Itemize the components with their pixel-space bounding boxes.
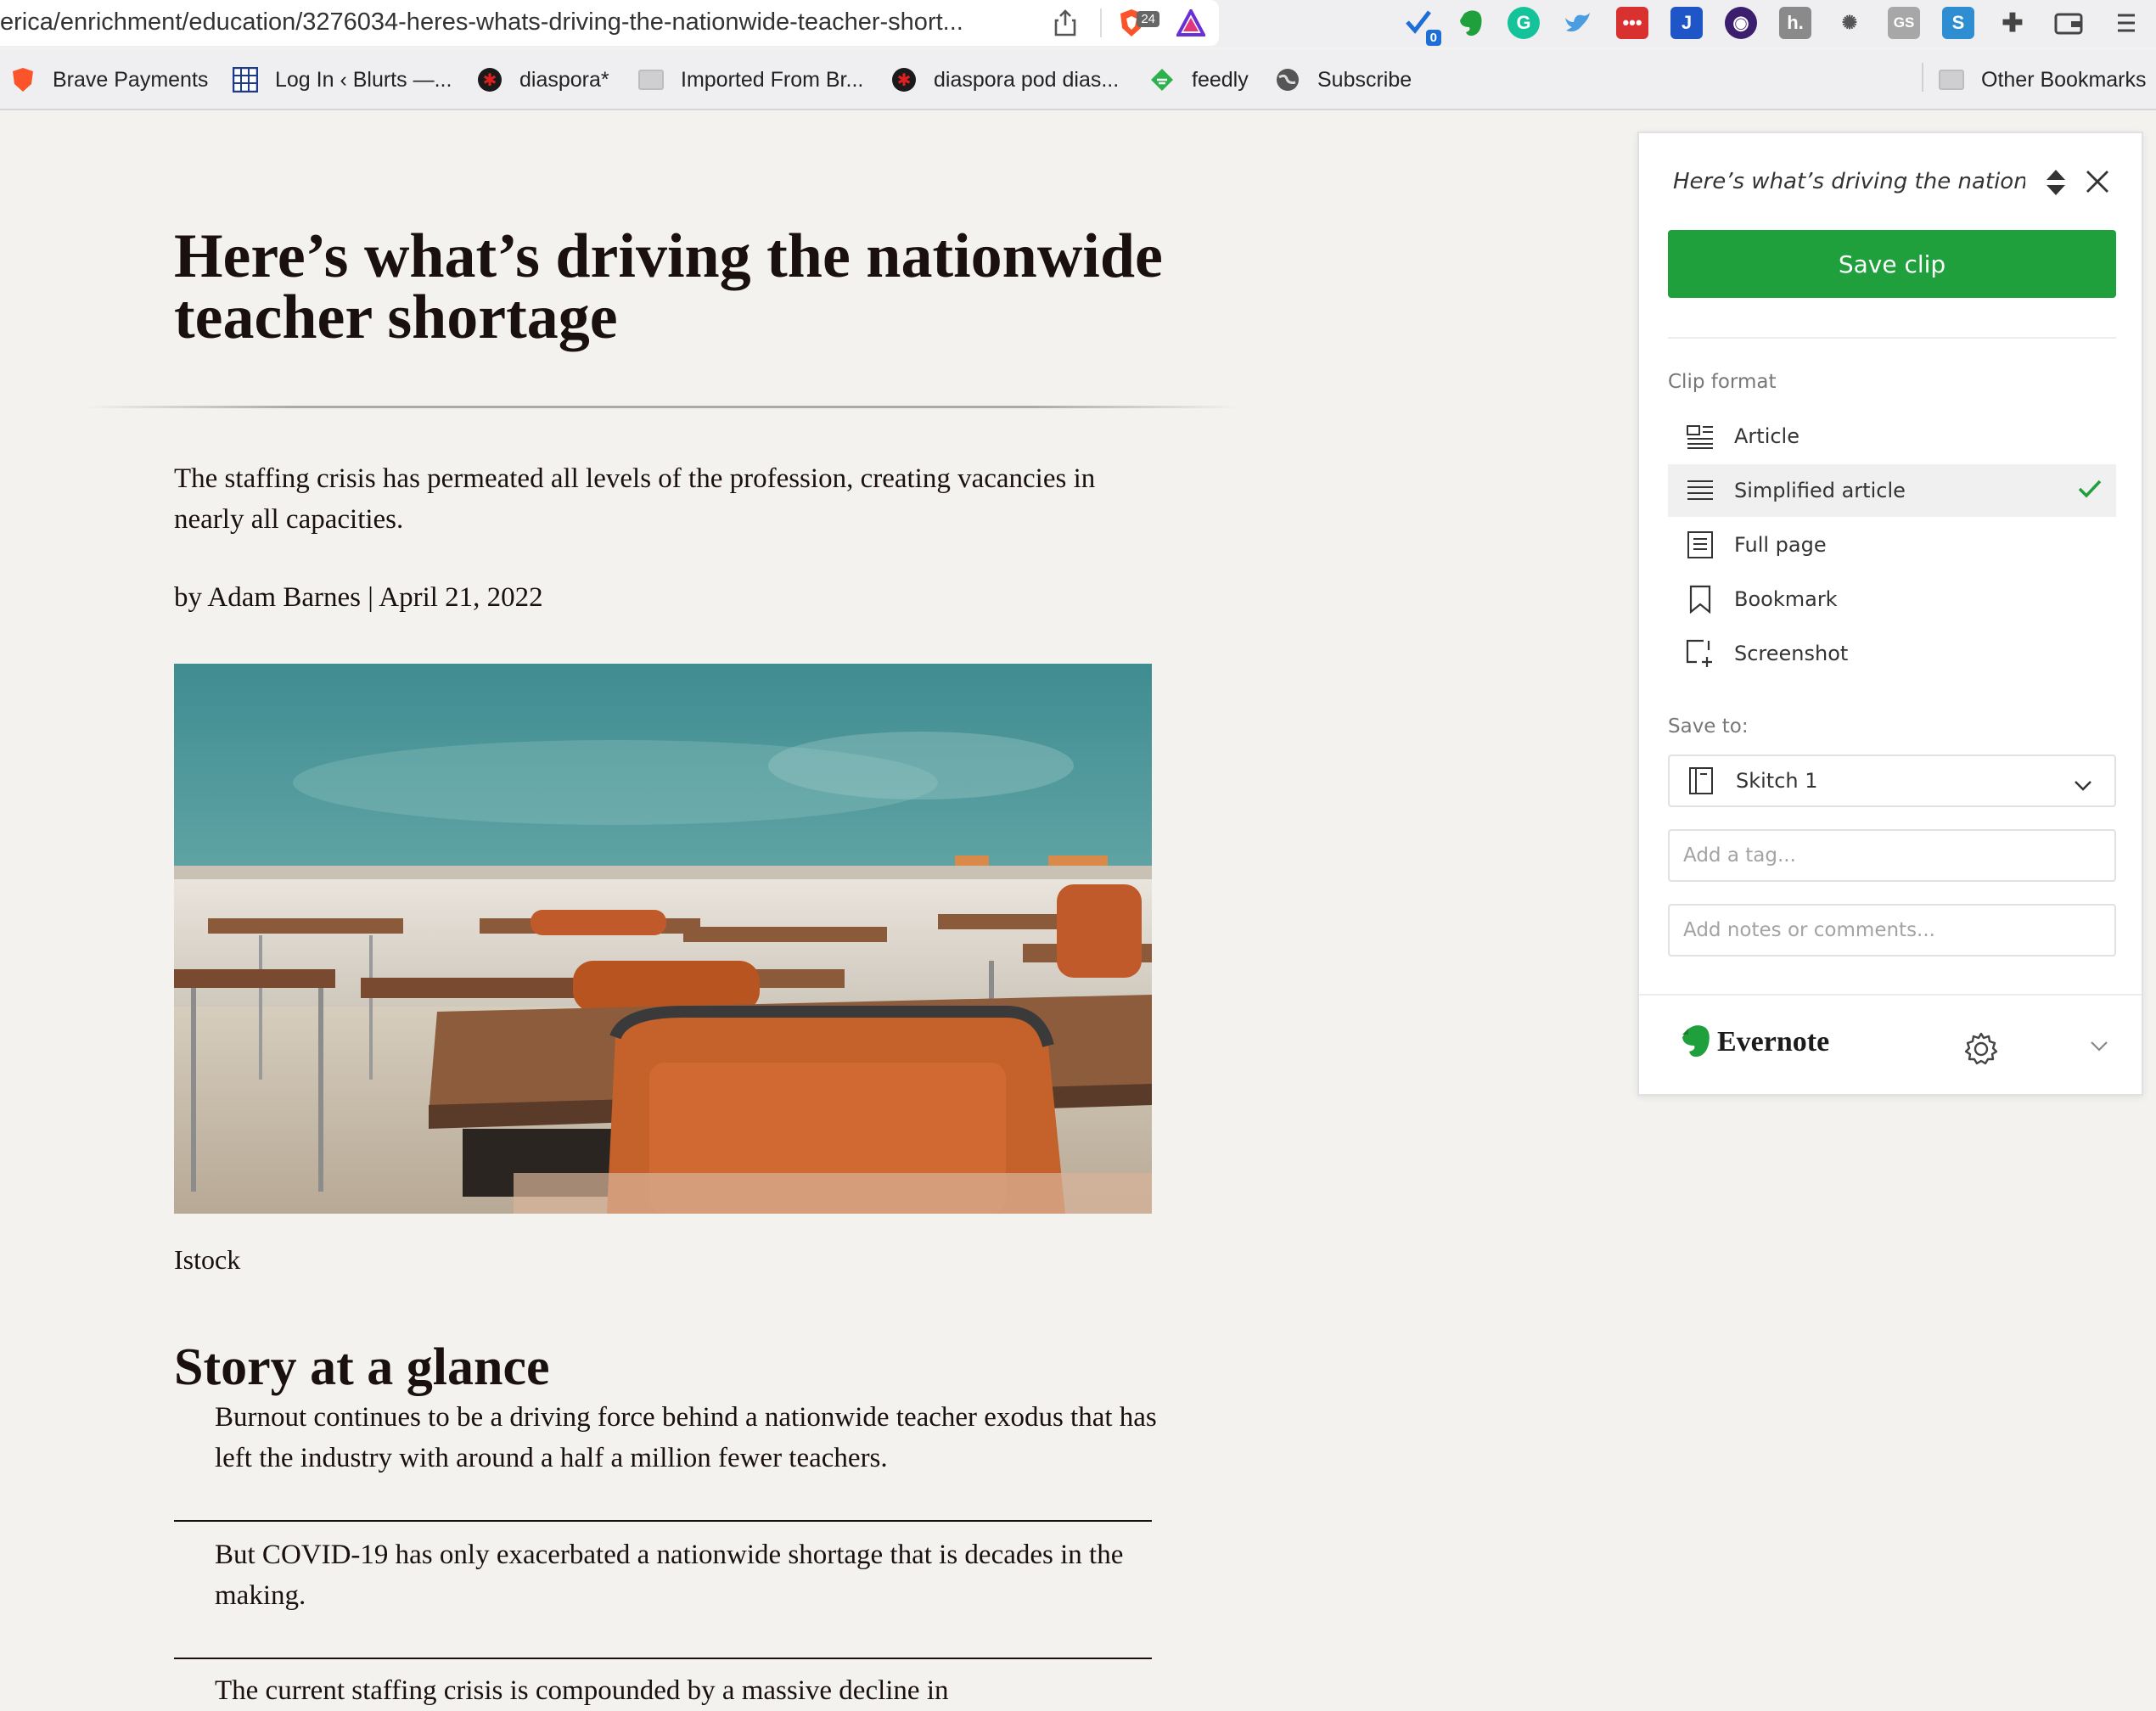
glance-item: Burnout continues to be a driving force … bbox=[215, 1402, 1157, 1473]
grammarly-extension-icon[interactable]: G bbox=[1508, 7, 1540, 39]
format-option-simplified-article[interactable]: Simplified article bbox=[1668, 464, 2116, 517]
menu-icon[interactable] bbox=[2110, 7, 2142, 39]
s-extension-icon[interactable]: S bbox=[1942, 7, 1974, 39]
evernote-web-clipper-panel: Here’s what’s driving the nationwide tea… bbox=[1637, 132, 2143, 1096]
story-at-a-glance-heading: Story at a glance bbox=[174, 1338, 550, 1396]
glance-item: But COVID-19 has only exacerbated a nati… bbox=[215, 1540, 1124, 1611]
globe-icon bbox=[1275, 67, 1300, 93]
article-icon bbox=[1685, 421, 1715, 452]
h-extension-icon[interactable]: h. bbox=[1779, 7, 1811, 39]
evernote-brand-text: Evernote bbox=[1717, 1026, 1830, 1057]
glance-item: The current staffing crisis is compounde… bbox=[215, 1675, 949, 1706]
diaspora-icon: ✱ bbox=[891, 67, 917, 93]
format-label: Bookmark bbox=[1734, 587, 1838, 611]
wallet-icon[interactable] bbox=[2052, 7, 2085, 39]
todo-count-badge: 0 bbox=[1425, 30, 1441, 46]
clip-format-label: Clip format bbox=[1668, 371, 1777, 393]
glance-divider bbox=[174, 1658, 1152, 1659]
svg-text:✱: ✱ bbox=[897, 70, 912, 90]
add-notes-input[interactable] bbox=[1668, 904, 2116, 956]
article-byline: by Adam Barnes | April 21, 2022 bbox=[174, 582, 543, 613]
bookmark-brave-payments[interactable]: Brave Payments bbox=[10, 63, 208, 97]
save-clip-button[interactable]: Save clip bbox=[1668, 230, 2116, 298]
format-label: Full page bbox=[1734, 533, 1827, 557]
bookmark-label: Subscribe bbox=[1317, 67, 1412, 92]
simplified-article-icon bbox=[1685, 475, 1715, 506]
evernote-elephant-icon bbox=[1680, 1023, 1712, 1062]
format-option-article[interactable]: Article bbox=[1668, 410, 2116, 463]
lastpass-extension-icon[interactable]: GS bbox=[1888, 7, 1920, 39]
browser-toolbar: erica/enrichment/education/3276034-heres… bbox=[0, 0, 2156, 48]
share-icon[interactable] bbox=[1049, 7, 1081, 39]
evernote-logo: Evernote bbox=[1680, 1023, 1829, 1062]
grid-icon bbox=[233, 67, 258, 93]
address-bar[interactable]: erica/enrichment/education/3276034-heres… bbox=[0, 0, 1219, 46]
diaspora-icon: ✱ bbox=[477, 67, 503, 93]
article-page: Here’s what’s driving the nationwide tea… bbox=[0, 110, 1638, 1708]
folder-icon bbox=[1939, 67, 1964, 93]
bird-extension-icon[interactable] bbox=[1562, 7, 1594, 39]
format-label: Simplified article bbox=[1734, 479, 1906, 502]
format-label: Screenshot bbox=[1734, 642, 1849, 665]
article-headline: Here’s what’s driving the nationwide tea… bbox=[174, 222, 1163, 352]
sort-arrows-icon[interactable] bbox=[2043, 167, 2069, 198]
evernote-extension-icon[interactable] bbox=[1455, 7, 1487, 39]
folder-icon bbox=[638, 67, 664, 93]
bookmark-label: diaspora* bbox=[519, 67, 609, 92]
notebook-select[interactable]: Skitch 1 bbox=[1668, 755, 2116, 807]
format-option-screenshot[interactable]: Screenshot bbox=[1668, 627, 2116, 680]
feedly-icon bbox=[1149, 67, 1175, 93]
gear-icon[interactable] bbox=[1963, 1031, 1999, 1067]
headline-divider bbox=[85, 406, 1239, 408]
panel-divider bbox=[1668, 337, 2116, 339]
checkmark-icon bbox=[2077, 478, 2103, 505]
bookmark-feedly[interactable]: feedly bbox=[1149, 63, 1249, 97]
chevron-down-icon bbox=[2074, 773, 2092, 797]
bookmark-icon bbox=[1685, 584, 1715, 614]
close-icon[interactable] bbox=[2085, 169, 2110, 194]
chevron-down-icon[interactable] bbox=[2089, 1040, 2109, 1057]
url-text[interactable]: erica/enrichment/education/3276034-heres… bbox=[0, 8, 1027, 36]
notebook-name: Skitch 1 bbox=[1736, 769, 1818, 793]
bookmark-label: feedly bbox=[1192, 67, 1249, 92]
format-label: Article bbox=[1734, 424, 1799, 448]
bookmarks-bar: Brave Payments Log In ‹ Blurts —... ✱ di… bbox=[0, 49, 2156, 110]
article-dek: The staffing crisis has permeated all le… bbox=[174, 463, 1096, 535]
brain-extension-icon[interactable]: ✺ bbox=[1833, 7, 1866, 39]
footer-divider bbox=[1639, 994, 2142, 996]
shields-count-badge: 24 bbox=[1137, 11, 1159, 27]
bookmark-imported-folder[interactable]: Imported From Br... bbox=[638, 63, 863, 97]
classroom-photo bbox=[174, 664, 1152, 1214]
format-option-full-page[interactable]: Full page bbox=[1668, 519, 2116, 571]
brave-shields-icon[interactable]: 24 bbox=[1115, 7, 1159, 39]
bookmarks-separator bbox=[1922, 63, 1923, 92]
save-to-label: Save to: bbox=[1668, 715, 1749, 738]
svg-text:✱: ✱ bbox=[483, 70, 497, 90]
bookmark-label: Brave Payments bbox=[53, 67, 209, 92]
format-option-bookmark[interactable]: Bookmark bbox=[1668, 573, 2116, 625]
notebook-icon bbox=[1688, 766, 1717, 796]
more-dots-extension-icon[interactable]: ••• bbox=[1616, 7, 1648, 39]
bookmark-label: Imported From Br... bbox=[681, 67, 864, 92]
screenshot-icon bbox=[1685, 638, 1715, 669]
bookmark-subscribe[interactable]: Subscribe bbox=[1275, 63, 1412, 97]
full-page-icon bbox=[1685, 530, 1715, 560]
brave-lion-icon bbox=[10, 67, 36, 93]
brave-rewards-icon[interactable] bbox=[1175, 7, 1207, 39]
bookmark-diaspora[interactable]: ✱ diaspora* bbox=[477, 63, 609, 97]
camera-extension-icon[interactable]: ◉ bbox=[1725, 7, 1757, 39]
clip-title[interactable]: Here’s what’s driving the nationwide tea… bbox=[1673, 169, 2025, 194]
j-extension-icon[interactable]: J bbox=[1670, 7, 1703, 39]
glance-divider bbox=[174, 1520, 1152, 1522]
todo-extension-icon[interactable]: 0 bbox=[1402, 7, 1441, 46]
photo-caption: Istock bbox=[174, 1244, 241, 1275]
bookmark-other-bookmarks[interactable]: Other Bookmarks bbox=[1939, 63, 2147, 97]
bookmark-label: Log In ‹ Blurts —... bbox=[275, 67, 452, 92]
bookmark-blurts[interactable]: Log In ‹ Blurts —... bbox=[233, 63, 452, 97]
add-tag-input[interactable] bbox=[1668, 829, 2116, 882]
bookmark-label: diaspora pod dias... bbox=[934, 67, 1120, 92]
bookmark-label: Other Bookmarks bbox=[1981, 67, 2147, 92]
bookmark-diaspora-pod[interactable]: ✱ diaspora pod dias... bbox=[891, 63, 1119, 97]
puzzle-extensions-icon[interactable]: ✚ bbox=[1996, 7, 2029, 39]
